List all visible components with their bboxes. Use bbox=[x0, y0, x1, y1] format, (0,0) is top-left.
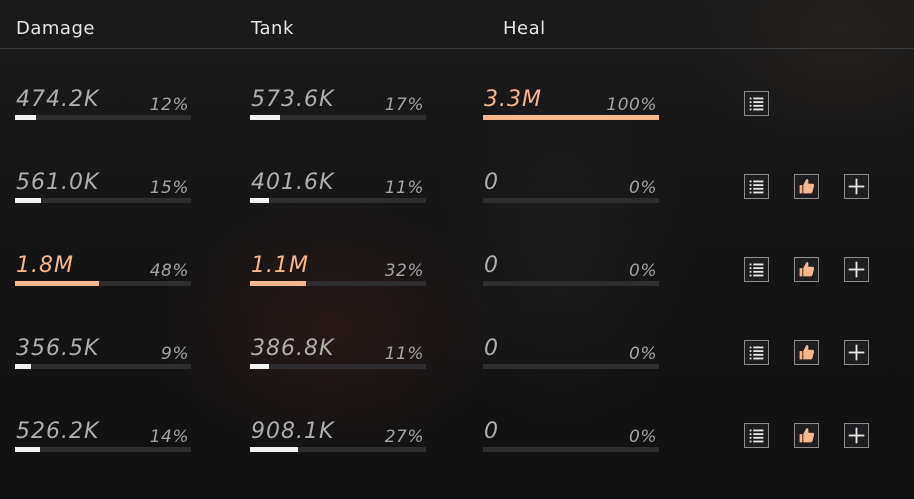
heal-value: 0 bbox=[484, 170, 499, 195]
damage-percent: 15% bbox=[149, 178, 189, 198]
damage-cell: 356.5K 9% bbox=[15, 326, 191, 409]
tank-bar-fill bbox=[250, 364, 270, 369]
heal-bar bbox=[483, 364, 659, 369]
tank-value: 573.6K bbox=[251, 87, 335, 112]
damage-value: 474.2K bbox=[16, 87, 100, 112]
tank-bar bbox=[250, 281, 426, 286]
damage-value: 561.0K bbox=[16, 170, 100, 195]
heal-bar-fill bbox=[483, 115, 659, 120]
heal-percent: 0% bbox=[629, 178, 657, 198]
heal-percent: 100% bbox=[606, 95, 657, 115]
list-icon[interactable] bbox=[744, 174, 769, 199]
tank-bar-fill bbox=[250, 198, 270, 203]
heal-value: 0 bbox=[484, 253, 499, 278]
damage-percent: 12% bbox=[149, 95, 189, 115]
damage-bar bbox=[15, 447, 191, 452]
tank-bar-fill bbox=[250, 281, 307, 286]
list-icon[interactable] bbox=[744, 257, 769, 282]
damage-header: Damage bbox=[16, 18, 95, 39]
plus-icon[interactable] bbox=[844, 423, 869, 448]
heal-value: 3.3M bbox=[484, 87, 542, 112]
tank-percent: 32% bbox=[384, 261, 424, 281]
tank-value: 386.8K bbox=[251, 336, 335, 361]
heal-percent: 0% bbox=[629, 261, 657, 281]
tank-bar bbox=[250, 447, 426, 452]
player-row: 1.8M 48% 1.1M 32% 0 0% bbox=[0, 243, 914, 326]
tank-cell: 386.8K 11% bbox=[250, 326, 426, 409]
damage-cell: 561.0K 15% bbox=[15, 160, 191, 243]
damage-bar-fill bbox=[15, 198, 42, 203]
tank-cell: 1.1M 32% bbox=[250, 243, 426, 326]
player-row: 356.5K 9% 386.8K 11% 0 0% bbox=[0, 326, 914, 409]
tank-bar bbox=[250, 198, 426, 203]
heal-cell: 3.3M 100% bbox=[483, 77, 659, 160]
tank-percent: 11% bbox=[384, 344, 424, 364]
tank-header: Tank bbox=[251, 18, 294, 39]
stats-header: Damage Tank Heal bbox=[0, 0, 914, 49]
heal-cell: 0 0% bbox=[483, 160, 659, 243]
tank-bar bbox=[250, 115, 426, 120]
tank-cell: 401.6K 11% bbox=[250, 160, 426, 243]
tank-value: 401.6K bbox=[251, 170, 335, 195]
list-icon[interactable] bbox=[744, 423, 769, 448]
damage-bar bbox=[15, 198, 191, 203]
player-row: 526.2K 14% 908.1K 27% 0 0% bbox=[0, 409, 914, 492]
damage-bar bbox=[15, 364, 191, 369]
tank-percent: 17% bbox=[384, 95, 424, 115]
tank-bar-fill bbox=[250, 447, 298, 452]
tank-value: 1.1M bbox=[251, 253, 309, 278]
damage-value: 356.5K bbox=[16, 336, 100, 361]
damage-bar-fill bbox=[15, 115, 37, 120]
damage-bar-fill bbox=[15, 281, 100, 286]
heal-percent: 0% bbox=[629, 427, 657, 447]
heal-value: 0 bbox=[484, 336, 499, 361]
list-icon[interactable] bbox=[744, 91, 769, 116]
damage-percent: 9% bbox=[161, 344, 189, 364]
plus-icon[interactable] bbox=[844, 257, 869, 282]
damage-cell: 474.2K 12% bbox=[15, 77, 191, 160]
heal-bar bbox=[483, 281, 659, 286]
plus-icon[interactable] bbox=[844, 340, 869, 365]
heal-cell: 0 0% bbox=[483, 326, 659, 409]
heal-bar bbox=[483, 115, 659, 120]
heal-header: Heal bbox=[503, 18, 546, 39]
heal-bar bbox=[483, 198, 659, 203]
damage-bar bbox=[15, 281, 191, 286]
tank-value: 908.1K bbox=[251, 419, 335, 444]
tank-percent: 27% bbox=[384, 427, 424, 447]
player-row: 474.2K 12% 573.6K 17% 3.3M 100% bbox=[0, 77, 914, 160]
tank-cell: 573.6K 17% bbox=[250, 77, 426, 160]
damage-cell: 526.2K 14% bbox=[15, 409, 191, 492]
damage-cell: 1.8M 48% bbox=[15, 243, 191, 326]
heal-bar bbox=[483, 447, 659, 452]
damage-value: 1.8M bbox=[16, 253, 74, 278]
player-row: 561.0K 15% 401.6K 11% 0 0% bbox=[0, 160, 914, 243]
damage-bar-fill bbox=[15, 364, 31, 369]
heal-cell: 0 0% bbox=[483, 243, 659, 326]
tank-cell: 908.1K 27% bbox=[250, 409, 426, 492]
thumbs-up-icon[interactable] bbox=[794, 340, 819, 365]
thumbs-up-icon[interactable] bbox=[794, 257, 819, 282]
heal-value: 0 bbox=[484, 419, 499, 444]
heal-percent: 0% bbox=[629, 344, 657, 364]
damage-bar bbox=[15, 115, 191, 120]
tank-bar-fill bbox=[250, 115, 280, 120]
heal-cell: 0 0% bbox=[483, 409, 659, 492]
plus-icon[interactable] bbox=[844, 174, 869, 199]
tank-percent: 11% bbox=[384, 178, 424, 198]
tank-bar bbox=[250, 364, 426, 369]
list-icon[interactable] bbox=[744, 340, 769, 365]
damage-bar-fill bbox=[15, 447, 40, 452]
damage-percent: 14% bbox=[149, 427, 189, 447]
damage-value: 526.2K bbox=[16, 419, 100, 444]
damage-percent: 48% bbox=[149, 261, 189, 281]
thumbs-up-icon[interactable] bbox=[794, 423, 819, 448]
thumbs-up-icon[interactable] bbox=[794, 174, 819, 199]
